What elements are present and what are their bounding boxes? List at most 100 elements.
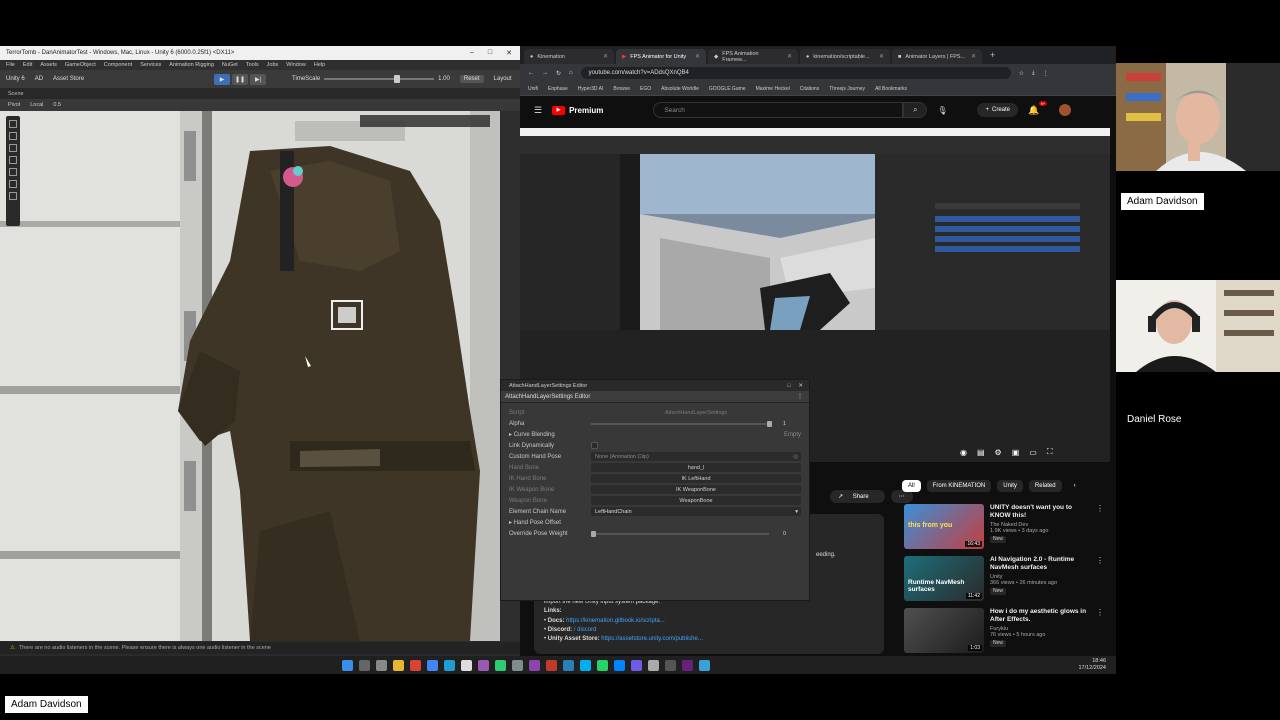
bookmark-item[interactable]: Browse [613,86,630,92]
browser-tab[interactable]: ◆ FPS Animation Framew... ✕ [708,49,798,64]
whatsapp-icon[interactable] [597,659,608,671]
browser-tab[interactable]: ■ Animator Layers | FPS... ✕ [892,49,982,64]
scene-tab[interactable]: Scene [0,88,520,99]
video-thumbnail[interactable]: this from you 16:43 [904,504,984,549]
more-options-icon[interactable]: ⋮ [1096,556,1104,606]
microphone-icon[interactable]: 🎙 [937,106,947,115]
maximize-icon[interactable]: □ [787,383,790,389]
app-icon[interactable] [563,659,574,671]
miniplayer-icon[interactable]: ▣ [1012,448,1020,457]
recommendation-channel[interactable]: Unity [990,574,1090,581]
more-options-icon[interactable]: ⋮ [1096,608,1104,658]
download-icon[interactable]: ⤓ [1032,70,1035,77]
recommendation-item[interactable]: Runtime NavMesh surfaces 11:42 AI Naviga… [904,556,1104,606]
menu-component[interactable]: Component [104,62,132,68]
address-bar[interactable]: youtube.com/watch?v=ADdsQXnQB4 [580,67,1011,79]
close-icon[interactable]: ✕ [506,49,512,57]
home-icon[interactable]: ⌂ [569,70,573,76]
menu-window[interactable]: Window [286,62,306,68]
scene-viewport[interactable] [0,111,500,641]
account-button[interactable]: AD [35,76,43,82]
settings-gear-icon[interactable]: ⚙ [995,448,1002,457]
search-icon[interactable] [359,659,370,671]
edge-icon[interactable] [444,659,455,671]
step-button[interactable]: ▶| [250,73,267,85]
popup-tab[interactable]: AttachHandLayerSettings Editor ⋮ [501,391,809,403]
chrome-icon[interactable] [410,659,421,671]
layout-dropdown[interactable]: Layout [494,76,512,82]
reset-button[interactable]: Reset [459,75,484,83]
link-dynamically-checkbox[interactable] [591,442,598,449]
menu-tools[interactable]: Tools [246,62,259,68]
menu-jobs[interactable]: Jobs [267,62,279,68]
menu-file[interactable]: File [6,62,15,68]
create-button[interactable]: + Create [977,103,1018,117]
bookmark-item[interactable]: Hyper3D AI [578,86,604,92]
participant-video-tile[interactable] [1116,280,1280,388]
file-explorer-icon[interactable] [393,659,404,671]
minimize-icon[interactable]: – [470,49,474,57]
alpha-slider-knob[interactable] [767,420,772,427]
recommendation-title[interactable]: AI Navigation 2.0 - Runtime NavMesh surf… [990,556,1090,572]
hand-pose-offset-row[interactable]: ▸ Hand Pose Offset [509,517,801,528]
custom-tool-icon[interactable] [9,192,17,200]
asset-store-button[interactable]: Asset Store [53,76,84,82]
visual-studio-icon[interactable] [682,659,693,671]
chrome-icon[interactable] [427,659,438,671]
participant-video-tile[interactable] [1116,63,1280,171]
element-chain-dropdown[interactable]: LeftHandChain ▾ [591,507,801,516]
fullscreen-icon[interactable]: ⛶ [1047,447,1053,457]
discord-link[interactable]: / discord [574,627,597,633]
new-tab-icon[interactable]: + [984,50,1001,60]
bookmark-item[interactable]: Absolute Worldle [661,86,699,92]
curve-blending-row[interactable]: ▸ Curve Blending Empty [509,429,801,440]
youtube-search-input[interactable]: Search [653,102,904,118]
menu-gameobject[interactable]: GameObject [65,62,96,68]
more-options-icon[interactable]: ⋮ [797,393,809,400]
browser-tab[interactable]: ● kinemation/scriptable... ✕ [800,49,890,64]
alpha-slider[interactable] [591,420,772,427]
autoplay-toggle-icon[interactable]: ◉ [960,448,967,457]
app-icon[interactable] [648,659,659,671]
timescale-knob[interactable] [394,75,401,83]
play-button[interactable]: ▶ [214,73,231,85]
recommendation-title[interactable]: How i do my aesthetic glows in After Eff… [990,608,1090,624]
recommendation-item[interactable]: this from you 16:43 UNITY doesn't want y… [904,504,1104,554]
video-thumbnail[interactable]: 1:03 [904,608,984,653]
override-pose-weight-slider[interactable] [591,530,769,537]
chip-all[interactable]: All [902,480,921,492]
menu-help[interactable]: Help [314,62,325,68]
weapon-bone-field[interactable]: WeaponBone [591,496,801,505]
youtube-logo[interactable]: ▶ Premium [552,105,603,115]
start-icon[interactable] [342,659,353,671]
store-link[interactable]: https://assetstore.unity.com/publishe... [601,636,703,642]
bookmark-item[interactable]: GOOGLE Game [709,86,746,92]
ik-hand-bone-field[interactable]: IK LeftHand [591,474,801,483]
task-view-icon[interactable] [376,659,387,671]
back-icon[interactable]: ← [528,70,534,76]
close-tab-icon[interactable]: ✕ [695,53,700,60]
notifications-bell-icon[interactable]: 🔔 9+ [1028,100,1048,116]
menu-nuget[interactable]: NuGet [222,62,238,68]
app-icon[interactable] [546,659,557,671]
forward-icon[interactable]: → [542,70,548,76]
recommendation-channel[interactable]: The Naked Dev [990,522,1090,529]
more-options-icon[interactable]: ⋮ [1096,504,1104,554]
hamburger-menu-icon[interactable]: ☰ [534,105,542,116]
bookmark-item[interactable]: Unifi [528,86,538,92]
rect-tool-icon[interactable] [9,168,17,176]
app-icon[interactable] [478,659,489,671]
app-icon[interactable] [699,659,710,671]
unity-logo-label[interactable]: Unity 6 [6,76,25,82]
video-thumbnail[interactable]: Runtime NavMesh surfaces 11:42 [904,556,984,601]
console-status-bar[interactable]: ⚠ There are no audio listeners in the sc… [0,642,520,654]
chips-next-icon[interactable]: › [1068,480,1082,492]
app-icon[interactable] [631,659,642,671]
snap-value[interactable]: 0.5 [53,102,61,108]
bookmark-item[interactable]: Citations [800,86,819,92]
search-icon[interactable]: ⌕ [903,102,928,118]
hand-tool-icon[interactable] [9,120,17,128]
close-tab-icon[interactable]: ✕ [603,53,608,60]
scale-tool-icon[interactable] [9,156,17,164]
object-picker-icon[interactable]: ◎ [793,454,801,460]
